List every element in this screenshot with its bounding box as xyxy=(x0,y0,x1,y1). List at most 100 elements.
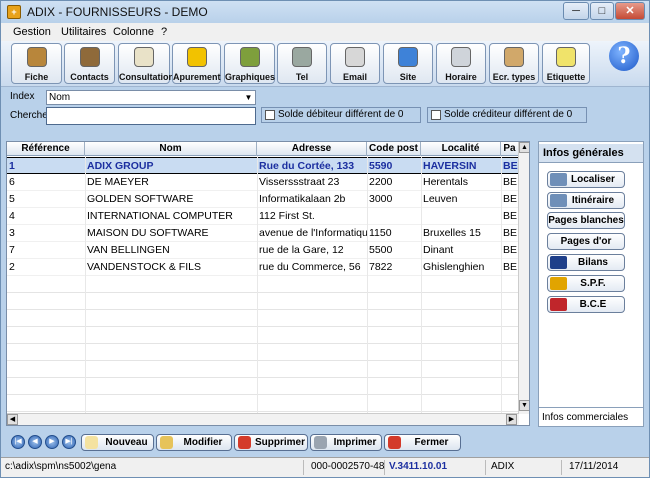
col-nom-cell: VAN BELLINGEN xyxy=(87,244,170,256)
toolbar-button-site[interactable]: Site xyxy=(383,43,433,84)
side-footer[interactable]: Infos commerciales xyxy=(539,407,643,426)
help-icon[interactable]: ? xyxy=(609,41,639,71)
col-pays-cell: BE xyxy=(503,244,518,256)
debit-checkbox[interactable]: Solde débiteur différent de 0 xyxy=(261,107,421,123)
col-reference-cell: 6 xyxy=(9,176,15,188)
side-button-s-p-f[interactable]: S.P.F. xyxy=(547,275,625,292)
status-path: c:\adix\spm\ns5002\gena xyxy=(5,461,117,472)
delete-x-icon xyxy=(238,436,251,449)
vertical-scrollbar[interactable]: ▲ ▼ xyxy=(518,142,529,414)
col-pays-cell: BE xyxy=(503,210,518,222)
menu-gestion[interactable]: Gestion xyxy=(13,26,51,38)
index-select[interactable]: Nom ▼ xyxy=(46,90,256,105)
toolbar-button-fiche[interactable]: Fiche xyxy=(11,43,62,84)
col-code-postal-header[interactable]: Code post xyxy=(367,142,421,156)
col-adresse-cell: Visserssstraat 23 xyxy=(259,176,340,188)
scroll-down-icon[interactable]: ▼ xyxy=(519,400,529,411)
toolbar-button-email[interactable]: Email xyxy=(330,43,380,84)
nbb-logo-icon xyxy=(550,256,567,269)
toolbar-button-horaire[interactable]: Horaire xyxy=(436,43,486,84)
col-code-postal-cell: 5590 xyxy=(369,160,393,172)
close-button[interactable]: ✕ xyxy=(615,2,645,20)
side-button-itin-raire[interactable]: Itinéraire xyxy=(547,192,625,209)
toolbar-button-label: Apurement xyxy=(173,72,221,82)
minimize-button[interactable]: ─ xyxy=(563,2,589,20)
toolbar-button-tel[interactable]: Tel xyxy=(277,43,327,84)
col-localite-cell: Dinant xyxy=(423,244,454,256)
credit-checkbox[interactable]: Solde créditeur différent de 0 xyxy=(427,107,587,123)
toolbar-button-apurement[interactable]: Apurement xyxy=(172,43,221,84)
fermer-button[interactable]: Fermer xyxy=(384,434,461,451)
side-header[interactable]: Infos générales xyxy=(539,144,643,163)
empty-row xyxy=(7,344,519,361)
side-button-label: Bilans xyxy=(577,257,608,268)
email-at-icon xyxy=(345,47,365,67)
column-divider xyxy=(367,156,368,413)
stopwatch-icon xyxy=(451,47,471,67)
prev-record-icon[interactable]: ◀ xyxy=(28,435,42,449)
horizontal-scrollbar[interactable]: ◀ ▶ xyxy=(7,413,519,425)
toolbar-button-label: Horaire xyxy=(445,72,477,82)
route-car-icon xyxy=(550,194,567,207)
chevron-down-icon[interactable]: ▼ xyxy=(242,91,255,104)
col-code-postal-cell: 3000 xyxy=(369,193,393,205)
column-divider xyxy=(421,156,422,413)
menu-help[interactable]: ? xyxy=(161,26,167,38)
suppliers-table[interactable]: Référence Nom Adresse Code post Localité Pa 1… xyxy=(6,141,530,426)
col-pays-cell: BE xyxy=(503,227,518,239)
empty-row xyxy=(7,293,519,310)
table-row[interactable]: 4 INTERNATIONAL COMPUTER 112 First St. BE xyxy=(7,208,519,225)
next-record-icon[interactable]: ▶ xyxy=(45,435,59,449)
person-card-icon xyxy=(27,47,47,67)
label-sheet-icon xyxy=(556,47,576,67)
table-row[interactable]: 3 MAISON DU SOFTWARE avenue de l'Informati… xyxy=(7,225,519,242)
col-pays-header[interactable]: Pa xyxy=(501,142,519,156)
credit-label: Solde créditeur différent de 0 xyxy=(444,109,573,120)
imprimer-button[interactable]: Imprimer xyxy=(310,434,382,451)
action-button-label: Supprimer xyxy=(255,437,306,448)
pencil-circle-icon xyxy=(187,47,207,67)
modifier-button[interactable]: Modifier xyxy=(156,434,232,451)
side-button-b-c-e[interactable]: B.C.E xyxy=(547,296,625,313)
toolbar-button-consultation[interactable]: Consultation xyxy=(118,43,174,84)
toolbar-button-graphiques[interactable]: Graphiques xyxy=(224,43,275,84)
menu-bar: Gestion Utilitaires Colonne ? xyxy=(1,23,649,41)
side-button-label: Pages blanches xyxy=(548,215,624,226)
checkbox-box[interactable] xyxy=(265,110,275,120)
scroll-left-icon[interactable]: ◀ xyxy=(7,414,18,425)
table-row[interactable]: 6 DE MAEYER Visserssstraat 23 2200 Herentals… xyxy=(7,174,519,191)
toolbar-button-ecr-types[interactable]: Ecr. types xyxy=(489,43,539,84)
col-reference-cell: 3 xyxy=(9,227,15,239)
menu-colonne[interactable]: Colonne xyxy=(113,26,154,38)
scroll-up-icon[interactable]: ▲ xyxy=(519,142,529,153)
search-input[interactable] xyxy=(46,107,256,125)
col-reference-cell: 5 xyxy=(9,193,15,205)
be-logo-icon xyxy=(550,277,567,290)
table-row[interactable]: 5 GOLDEN SOFTWARE Informatikalaan 2b 3000 Le… xyxy=(7,191,519,208)
scroll-right-icon[interactable]: ▶ xyxy=(506,414,517,425)
toolbar-button-etiquette[interactable]: Etiquette xyxy=(542,43,590,84)
col-adresse-cell: Informatikalaan 2b xyxy=(259,193,346,205)
first-record-icon[interactable]: |◀ xyxy=(11,435,25,449)
side-button-bilans[interactable]: Bilans xyxy=(547,254,625,271)
table-row[interactable]: 2 VANDENSTOCK & FILS rue du Commerce, 56 78… xyxy=(7,259,519,276)
col-adresse-header[interactable]: Adresse xyxy=(257,142,367,156)
side-button-pages-d-or[interactable]: Pages d'or xyxy=(547,233,625,250)
last-record-icon[interactable]: ▶| xyxy=(62,435,76,449)
website-com-icon xyxy=(398,47,418,67)
toolbar-button-contacts[interactable]: Contacts xyxy=(64,43,115,84)
checkbox-box[interactable] xyxy=(431,110,441,120)
side-button-pages-blanches[interactable]: Pages blanches xyxy=(547,212,625,229)
col-nom-cell: ADIX GROUP xyxy=(87,160,154,172)
supprimer-button[interactable]: Supprimer xyxy=(234,434,308,451)
nouveau-button[interactable]: Nouveau xyxy=(81,434,154,451)
col-reference-cell: 2 xyxy=(9,261,15,273)
table-row[interactable]: 7 VAN BELLINGEN rue de la Gare, 12 5500 Dina… xyxy=(7,242,519,259)
col-nom-header[interactable]: Nom xyxy=(85,142,257,156)
side-button-localiser[interactable]: Localiser xyxy=(547,171,625,188)
col-localite-header[interactable]: Localité xyxy=(421,142,501,156)
maximize-button[interactable]: □ xyxy=(590,2,614,20)
table-row[interactable]: 1 ADIX GROUP Rue du Cortée, 133 5590 HAVERSI… xyxy=(7,157,519,174)
col-reference-header[interactable]: Référence xyxy=(7,142,85,156)
menu-utilitaires[interactable]: Utilitaires xyxy=(61,26,106,38)
